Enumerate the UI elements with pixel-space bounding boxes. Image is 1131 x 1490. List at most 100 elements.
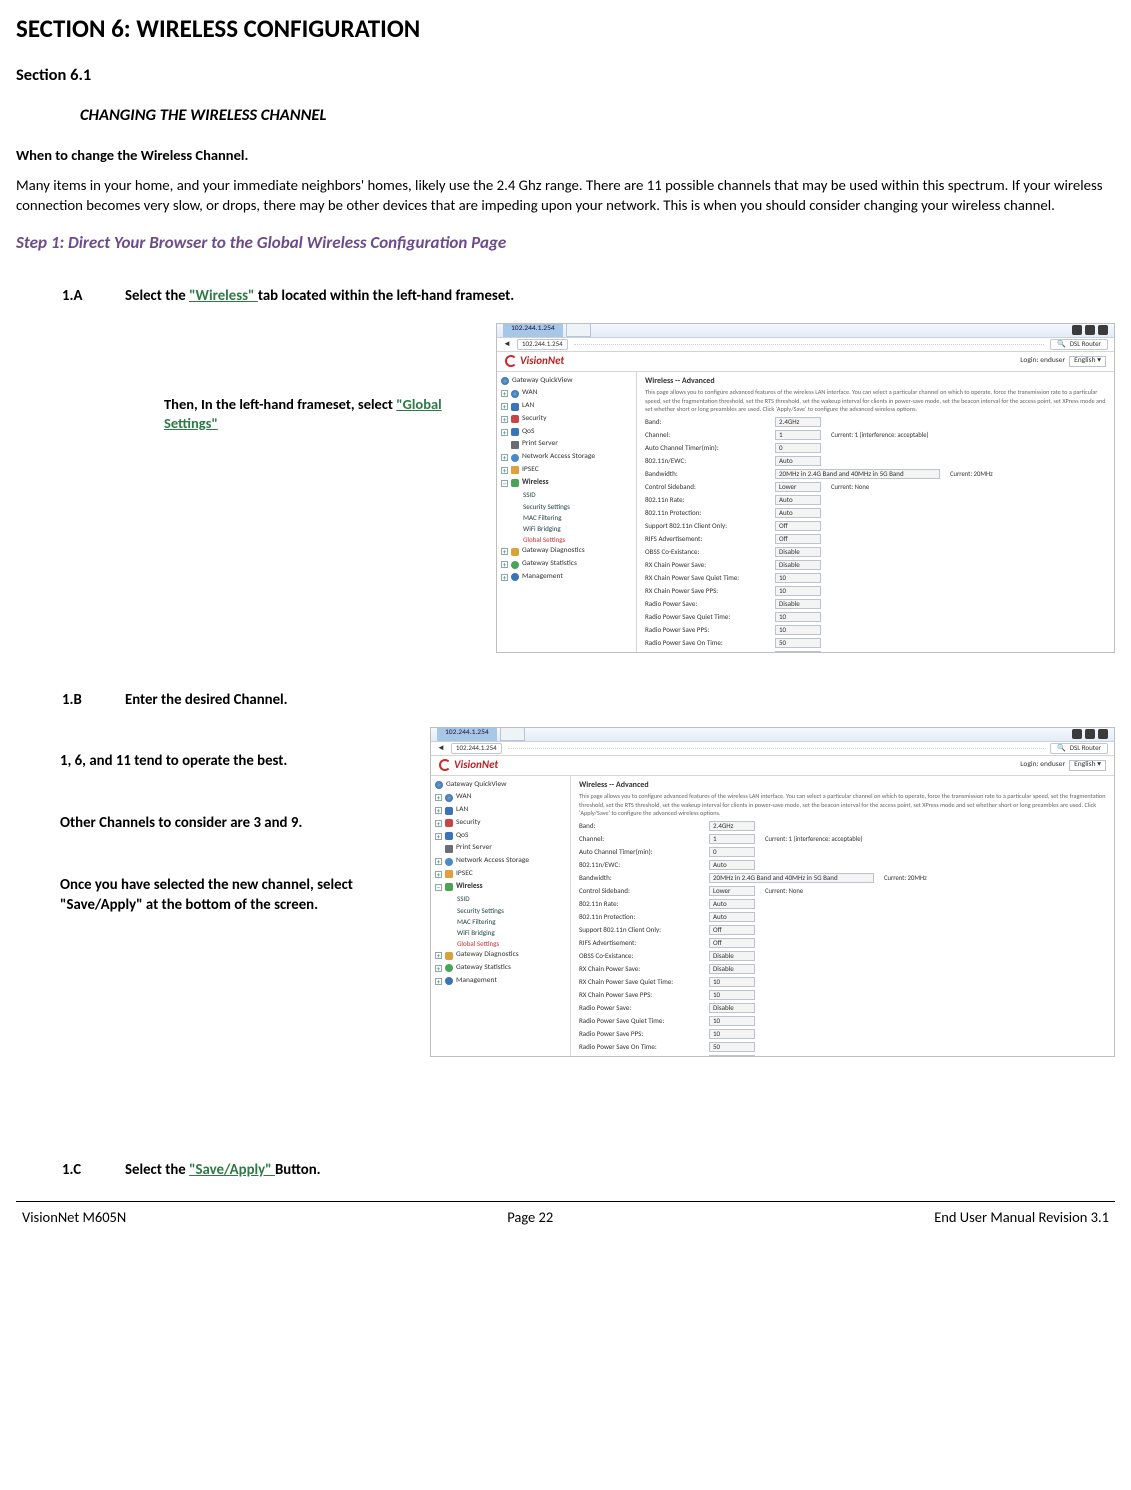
address-bar: ◄ 102.244.1.254 🔍 DSL Router	[431, 742, 1114, 756]
url-field[interactable]: 102.244.1.254	[451, 743, 502, 754]
browser-tab-blank[interactable]	[500, 727, 525, 741]
field-input[interactable]: 50	[775, 638, 821, 648]
nav-back-icon[interactable]: ◄	[503, 339, 511, 350]
nav-sub-ssid[interactable]: SSID	[523, 489, 632, 500]
nav-nas[interactable]: + Network Access Storage	[435, 855, 566, 868]
field-input[interactable]: Auto	[709, 860, 755, 870]
field-input[interactable]: 10	[709, 1029, 755, 1039]
nav-diagnostics[interactable]: + Gateway Diagnostics	[435, 949, 566, 962]
field-input[interactable]: 10	[709, 1016, 755, 1026]
nav-statistics[interactable]: + Gateway Statistics	[501, 558, 632, 571]
nav-nas[interactable]: + Network Access Storage	[501, 451, 632, 464]
field-input[interactable]: 1 Mbps	[775, 651, 821, 653]
nav-sub-wifi-bridging[interactable]: WiFi Bridging	[523, 523, 632, 534]
gear-icon[interactable]	[1098, 325, 1108, 335]
nav-quickview[interactable]: Gateway QuickView	[435, 779, 566, 792]
field-input[interactable]: Auto	[775, 456, 821, 466]
nav-wireless[interactable]: − Wireless	[501, 477, 632, 490]
field-input[interactable]: 10	[709, 990, 755, 1000]
link-wireless[interactable]: "Wireless"	[189, 286, 258, 304]
field-note: Current: None	[831, 483, 869, 492]
nav-lan[interactable]: + LAN	[435, 804, 566, 817]
nav-quickview[interactable]: Gateway QuickView	[501, 375, 632, 388]
nav-management[interactable]: + Management	[435, 975, 566, 988]
nav-wireless[interactable]: − Wireless	[435, 881, 566, 894]
browser-tab[interactable]: 102.244.1.254	[503, 323, 563, 337]
nav-security[interactable]: + Security	[501, 413, 632, 426]
nav-ipsec[interactable]: + IPSEC	[435, 868, 566, 881]
nav-wan[interactable]: + WAN	[435, 791, 566, 804]
field-input[interactable]: 10	[775, 586, 821, 596]
field-input[interactable]: Auto	[775, 495, 821, 505]
search-box[interactable]: 🔍 DSL Router	[1050, 339, 1108, 350]
field-input[interactable]: 1	[775, 430, 821, 440]
gear-icon[interactable]	[1098, 729, 1108, 739]
field-input[interactable]: 10	[775, 612, 821, 622]
nav-qos[interactable]: + QoS	[435, 830, 566, 843]
nav-qos[interactable]: + QoS	[501, 426, 632, 439]
nav-diagnostics[interactable]: + Gateway Diagnostics	[501, 545, 632, 558]
field-input[interactable]: 0	[709, 847, 755, 857]
nav-sub-security[interactable]: Security Settings	[523, 501, 632, 512]
nav-sub-global-settings[interactable]: Global Settings	[457, 938, 566, 949]
search-box[interactable]: 🔍 DSL Router	[1050, 743, 1108, 754]
browser-tab[interactable]: 102.244.1.254	[437, 727, 497, 741]
field-input[interactable]: 2.4GHz	[709, 821, 755, 831]
field-input[interactable]: Lower	[775, 482, 821, 492]
field-input[interactable]: Auto	[775, 508, 821, 518]
nav-sub-mac[interactable]: MAC Filtering	[523, 512, 632, 523]
field-input[interactable]: Off	[709, 938, 755, 948]
home-icon[interactable]	[1072, 729, 1082, 739]
field-input[interactable]: 1 Mbps	[709, 1055, 755, 1057]
url-field[interactable]: 102.244.1.254	[517, 339, 568, 350]
star-icon[interactable]	[1085, 325, 1095, 335]
field-input[interactable]: Auto	[709, 899, 755, 909]
nav-ipsec[interactable]: + IPSEC	[501, 464, 632, 477]
footer-rule	[16, 1201, 1115, 1202]
field-input[interactable]: 2.4GHz	[775, 417, 821, 427]
field-input[interactable]: Off	[709, 925, 755, 935]
form-row: Channel: 1 Current: 1 (interference: acc…	[579, 833, 1106, 846]
home-icon[interactable]	[1072, 325, 1082, 335]
language-select[interactable]: English ▾	[1069, 760, 1106, 771]
form-row: 802.11n Protection: Auto	[645, 507, 1106, 520]
nav-print[interactable]: Print Server	[435, 842, 566, 855]
link-save-apply[interactable]: "Save/Apply"	[189, 1160, 275, 1178]
form-row: 802.11n/EWC: Auto	[645, 455, 1106, 468]
nav-security[interactable]: + Security	[435, 817, 566, 830]
field-input[interactable]: Disable	[775, 560, 821, 570]
nav-statistics[interactable]: + Gateway Statistics	[435, 962, 566, 975]
field-label: Channel:	[645, 430, 775, 439]
field-input[interactable]: 20MHz in 2.4G Band and 40MHz in 5G Band	[709, 873, 874, 883]
field-input[interactable]: Off	[775, 534, 821, 544]
field-input[interactable]: Disable	[709, 1003, 755, 1013]
field-input[interactable]: 50	[709, 1042, 755, 1052]
nav-sub-mac[interactable]: MAC Filtering	[457, 916, 566, 927]
nav-management[interactable]: + Management	[501, 571, 632, 584]
nav-sub-global-settings[interactable]: Global Settings	[523, 534, 632, 545]
language-select[interactable]: English ▾	[1069, 356, 1106, 367]
field-input[interactable]: 10	[709, 977, 755, 987]
field-input[interactable]: Disable	[709, 964, 755, 974]
field-input[interactable]: Disable	[775, 547, 821, 557]
field-input[interactable]: Disable	[709, 951, 755, 961]
field-label: Radio Power Save:	[579, 1003, 709, 1012]
star-icon[interactable]	[1085, 729, 1095, 739]
browser-tab-blank[interactable]	[566, 323, 591, 337]
field-input[interactable]: 1	[709, 834, 755, 844]
nav-lan[interactable]: + LAN	[501, 400, 632, 413]
nav-sub-security[interactable]: Security Settings	[457, 905, 566, 916]
nav-wan[interactable]: + WAN	[501, 387, 632, 400]
field-input[interactable]: Disable	[775, 599, 821, 609]
field-input[interactable]: 0	[775, 443, 821, 453]
field-input[interactable]: Lower	[709, 886, 755, 896]
nav-sub-ssid[interactable]: SSID	[457, 893, 566, 904]
nav-print[interactable]: Print Server	[501, 438, 632, 451]
field-input[interactable]: Auto	[709, 912, 755, 922]
nav-sub-wifi-bridging[interactable]: WiFi Bridging	[457, 927, 566, 938]
field-input[interactable]: 20MHz in 2.4G Band and 40MHz in 5G Band	[775, 469, 940, 479]
nav-back-icon[interactable]: ◄	[437, 743, 445, 754]
field-input[interactable]: 10	[775, 573, 821, 583]
field-input[interactable]: 10	[775, 625, 821, 635]
field-input[interactable]: Off	[775, 521, 821, 531]
